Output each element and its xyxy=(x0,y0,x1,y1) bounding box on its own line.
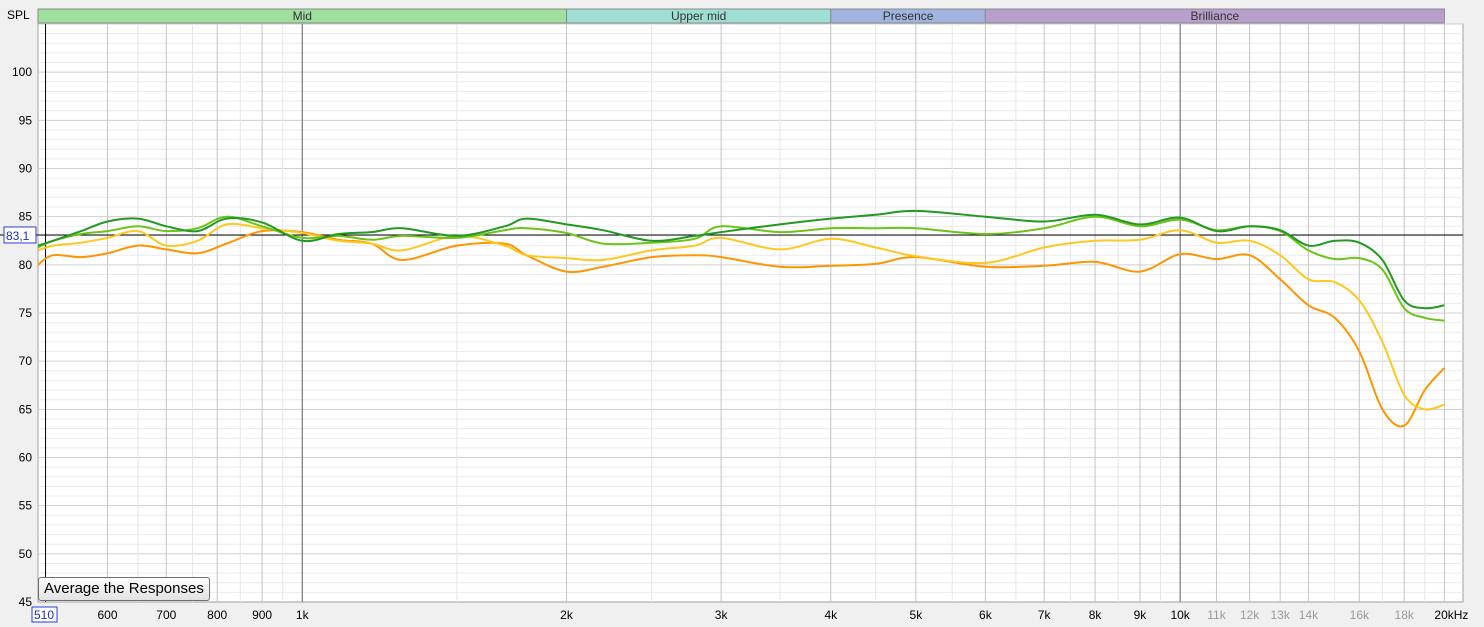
frequency-response-chart: Mid Upper mid Presence Brilliance 83,1 45 50… xyxy=(0,0,1484,627)
x-tick-label: 900 xyxy=(252,608,272,622)
x-tick-label: 600 xyxy=(97,608,117,622)
x-tick-label: 11k xyxy=(1207,608,1226,622)
reference-readout: 83,1 xyxy=(6,229,30,243)
y-tick-label: 65 xyxy=(19,402,33,416)
x-tick-label: 2k xyxy=(560,608,574,622)
x-tick-label: 4k xyxy=(824,608,838,622)
frequency-bands: Mid Upper mid Presence Brilliance xyxy=(37,8,1445,24)
x-tick-label: 3k xyxy=(715,608,729,622)
x-tick-label: 800 xyxy=(207,608,227,622)
x-tick-label: 10k xyxy=(1170,608,1190,622)
y-tick-label: 80 xyxy=(19,258,33,272)
band-label-1: Upper mid xyxy=(671,9,726,23)
x-tick-label: 20kHz xyxy=(1434,608,1468,622)
x-tick-label: 5k xyxy=(910,608,924,622)
y-axis-title: SPL xyxy=(7,8,30,22)
y-tick-label: 95 xyxy=(19,113,33,127)
y-tick-label: 75 xyxy=(19,306,33,320)
y-tick-label: 100 xyxy=(12,65,32,79)
average-responses-button[interactable]: Average the Responses xyxy=(38,577,210,601)
x-tick-label: 700 xyxy=(156,608,176,622)
grid xyxy=(38,23,1463,602)
y-tick-label: 90 xyxy=(19,162,33,176)
x-tick-label: 1k xyxy=(296,608,310,622)
y-tick-label: 85 xyxy=(19,210,33,224)
x-tick-label: 12k xyxy=(1240,608,1260,622)
band-label-3: Brilliance xyxy=(1191,9,1240,23)
y-tick-label: 60 xyxy=(19,451,33,465)
x-tick-label: 8k xyxy=(1089,608,1103,622)
band-label-2: Presence xyxy=(883,9,934,23)
x-start-readout: 510 xyxy=(34,608,54,622)
x-tick-label: 13k xyxy=(1270,608,1290,622)
band-label-0: Mid xyxy=(293,9,312,23)
x-tick-label: 18k xyxy=(1395,608,1415,622)
x-tick-label: 16k xyxy=(1350,608,1370,622)
x-tick-label: 14k xyxy=(1299,608,1319,622)
y-tick-label: 55 xyxy=(19,499,33,513)
x-tick-label: 6k xyxy=(979,608,993,622)
y-tick-label: 50 xyxy=(19,547,33,561)
y-tick-label: 45 xyxy=(19,595,33,609)
x-tick-label: 7k xyxy=(1038,608,1052,622)
y-tick-label: 70 xyxy=(19,354,33,368)
x-tick-label: 9k xyxy=(1134,608,1148,622)
